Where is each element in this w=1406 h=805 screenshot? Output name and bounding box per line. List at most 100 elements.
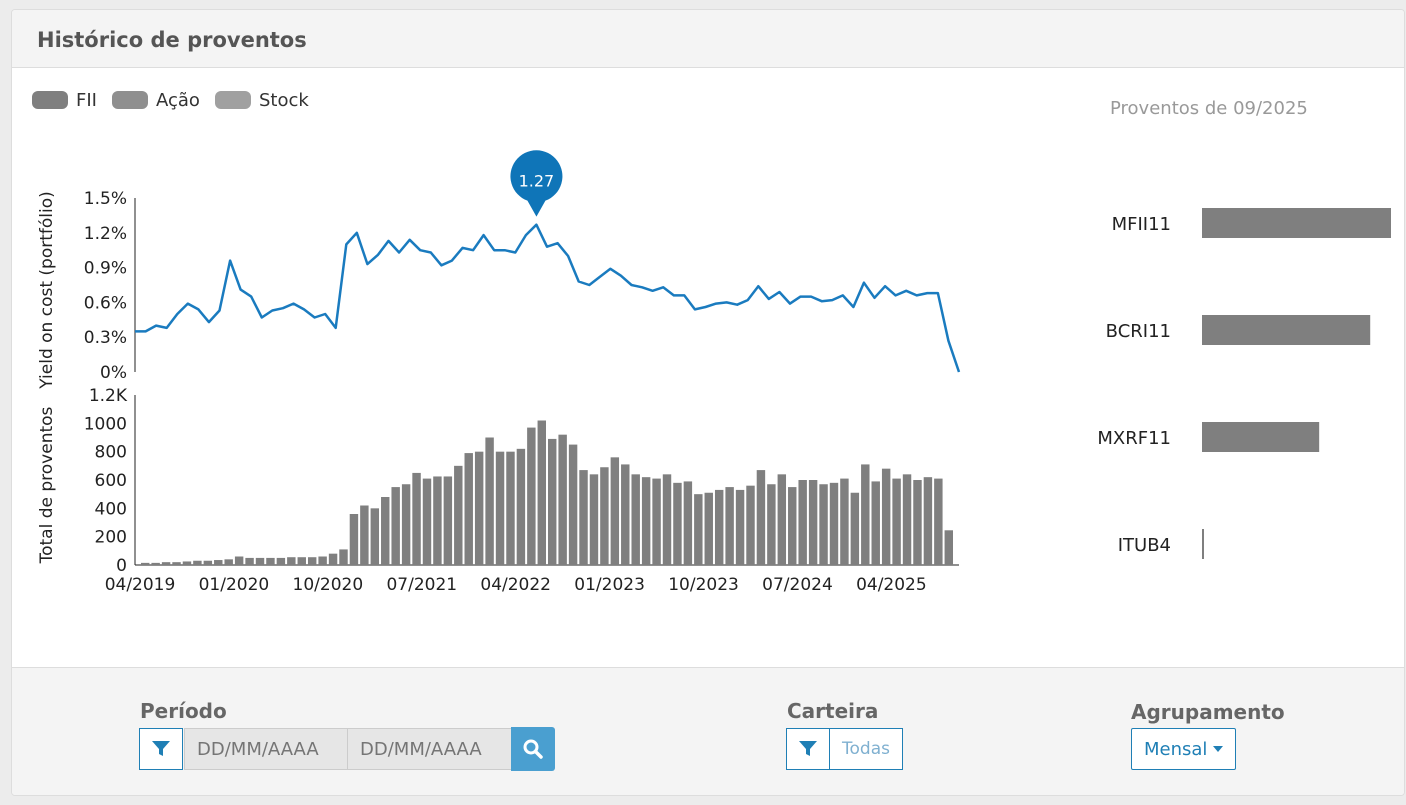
bar	[871, 481, 880, 565]
bar	[892, 478, 901, 565]
right-panel-title: Proventos de 09/2025	[1110, 98, 1308, 119]
ticker-bar	[1202, 315, 1371, 345]
bar	[433, 476, 442, 565]
bar	[193, 560, 202, 565]
bar	[850, 492, 860, 565]
bar	[944, 530, 953, 565]
bar	[161, 562, 171, 565]
x-tick-label: 10/2020	[293, 575, 364, 595]
bar	[297, 557, 306, 565]
yield-line	[135, 223, 961, 373]
bar	[401, 484, 411, 565]
bar	[506, 451, 515, 565]
bar	[391, 487, 400, 565]
bar-y-tick-label: 400	[95, 499, 127, 519]
x-tick-label: 01/2020	[199, 575, 270, 595]
ticker-bar	[1202, 208, 1391, 238]
bar	[631, 474, 640, 565]
bar	[735, 489, 745, 565]
agrupamento-dropdown[interactable]: Mensal	[1131, 728, 1237, 770]
ticker-label: MFII11	[1112, 214, 1171, 235]
bar	[934, 478, 943, 565]
bar	[360, 505, 369, 565]
bar	[913, 480, 922, 565]
bar	[881, 468, 891, 565]
carteira-label: Carteira	[787, 699, 879, 723]
bar	[245, 557, 254, 565]
proventos-card: Histórico de proventos FII Ação Stock 0%…	[11, 9, 1405, 796]
bar	[902, 474, 912, 565]
bar	[548, 438, 557, 565]
bar	[527, 427, 536, 565]
bar	[777, 474, 787, 565]
search-icon	[523, 739, 543, 759]
date-end-input[interactable]	[347, 728, 512, 770]
x-tick-label: 01/2023	[574, 575, 645, 595]
bar	[214, 560, 223, 565]
bar	[756, 470, 766, 565]
bar	[516, 448, 526, 565]
bar	[349, 514, 359, 565]
ticker-label: MXRF11	[1097, 428, 1171, 449]
bar	[485, 437, 494, 565]
bar	[422, 478, 432, 565]
bar	[151, 562, 160, 565]
bar	[255, 557, 265, 565]
filter-icon	[799, 741, 817, 756]
bar	[714, 489, 724, 565]
bar	[767, 484, 776, 565]
bar	[652, 478, 661, 565]
bar	[287, 557, 296, 565]
line-y-axis-label: Yield on cost (portfólio)	[37, 191, 57, 389]
filter-footer: Período Carteira Todas Agrupamento Mensa…	[12, 667, 1404, 795]
bar-y-tick-label: 800	[95, 443, 127, 463]
line-y-tick-label: 1.2%	[84, 224, 127, 244]
bar	[568, 444, 578, 565]
ticker-label: BCRI11	[1106, 321, 1171, 342]
bar	[610, 457, 620, 565]
bar	[454, 465, 463, 565]
bar	[704, 492, 713, 565]
periodo-filter-button[interactable]	[139, 728, 183, 770]
bar	[840, 478, 849, 565]
carteira-filter-button[interactable]	[786, 728, 830, 770]
x-tick-label: 07/2021	[386, 575, 457, 595]
filter-icon	[152, 741, 170, 756]
bar	[819, 484, 828, 565]
search-button[interactable]	[511, 727, 555, 771]
bar	[621, 464, 630, 565]
bar	[443, 476, 453, 565]
bar	[381, 497, 390, 565]
bar	[464, 453, 473, 565]
bar	[474, 451, 484, 565]
caret-down-icon	[1213, 746, 1224, 752]
x-tick-label: 10/2023	[668, 575, 739, 595]
agrupamento-value: Mensal	[1144, 738, 1208, 760]
bar-y-tick-label: 1000	[84, 414, 127, 434]
x-tick-label: 07/2024	[762, 575, 833, 595]
bar	[412, 472, 421, 565]
bar	[537, 420, 546, 565]
bar	[203, 560, 213, 565]
bar	[579, 470, 588, 565]
bar	[600, 467, 609, 565]
line-y-tick-label: 0.6%	[84, 293, 127, 313]
bar	[141, 562, 150, 565]
bar	[788, 487, 797, 565]
bar-y-tick-label: 1.2K	[89, 386, 128, 406]
bar	[307, 557, 317, 565]
bar	[370, 508, 380, 565]
line-y-tick-label: 1.5%	[84, 189, 127, 209]
bar	[339, 549, 348, 565]
ticker-bar	[1202, 529, 1204, 559]
bar	[798, 480, 807, 565]
x-tick-label: 04/2022	[480, 575, 551, 595]
date-start-input[interactable]	[184, 728, 348, 770]
carteira-select[interactable]: Todas	[830, 728, 903, 770]
bar-y-axis-label: Total de proventos	[37, 406, 57, 564]
bar	[328, 553, 338, 565]
line-y-tick-label: 0.3%	[84, 328, 127, 348]
bar	[683, 481, 693, 565]
x-tick-label: 04/2025	[856, 575, 927, 595]
bar	[266, 557, 275, 565]
